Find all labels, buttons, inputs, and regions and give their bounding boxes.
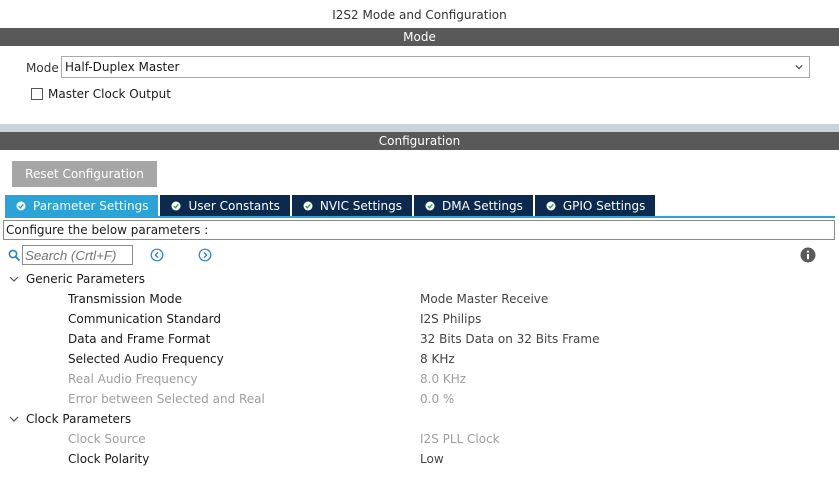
param-value[interactable]: Mode Master Receive [420,289,548,309]
mode-select-value: Half-Duplex Master [65,60,180,74]
section-divider [0,124,839,132]
group-label: Clock Parameters [26,412,132,426]
mode-select[interactable]: Half-Duplex Master [61,56,810,78]
window-title: I2S2 Mode and Configuration [332,8,507,22]
tab-user-constants[interactable]: User Constants [160,195,292,216]
param-name[interactable]: Communication Standard [68,309,221,329]
arrow-left-circle-icon[interactable] [150,248,164,262]
tab-nvic-settings[interactable]: NVIC Settings [291,195,414,216]
tab-parameter-settings[interactable]: Parameter Settings [5,195,161,216]
param-name[interactable]: Transmission Mode [68,289,182,309]
mode-label: Mode [26,60,59,75]
check-circle-icon [425,201,435,210]
group-label: Generic Parameters [26,272,146,286]
master-clock-output-row[interactable]: Master Clock Output [31,87,171,101]
arrow-right-circle-icon[interactable] [198,248,212,262]
param-name[interactable]: Clock Polarity [68,449,149,469]
param-value[interactable]: Low [420,449,444,469]
mode-section-header: Mode [0,28,839,46]
param-name: Real Audio Frequency [68,372,198,386]
caret-down-icon [9,276,19,282]
config-tabs: Parameter Settings User Constants NVIC S… [5,195,658,216]
param-value[interactable]: I2S Philips [420,309,481,329]
group-clock-parameters[interactable]: Clock Parameters [9,409,131,429]
param-value[interactable]: 8 KHz [420,349,455,369]
check-circle-icon [16,201,26,210]
tab-label: Parameter Settings [33,198,149,213]
param-value: I2S PLL Clock [420,432,500,446]
group-generic-parameters[interactable]: Generic Parameters [9,269,145,289]
master-clock-output-label: Master Clock Output [48,87,171,101]
param-name: Clock Source [68,432,146,446]
search-input[interactable] [22,245,133,265]
check-circle-icon [303,201,313,210]
param-value: 0.0 % [420,392,455,406]
param-name[interactable]: Selected Audio Frequency [68,349,224,369]
master-clock-output-checkbox[interactable] [31,88,43,100]
chevron-down-icon [795,65,803,70]
reset-configuration-button[interactable]: Reset Configuration [12,161,157,187]
info-icon[interactable] [800,247,816,263]
tab-underline [5,216,835,218]
tab-label: NVIC Settings [319,198,402,213]
tab-label: User Constants [188,198,280,213]
param-name[interactable]: Data and Frame Format [68,329,210,349]
caret-down-icon [9,416,19,422]
mode-row: Mode [26,57,63,78]
param-value[interactable]: 32 Bits Data on 32 Bits Frame [420,329,599,349]
param-value: 8.0 KHz [420,372,467,386]
configure-hint: Configure the below parameters : [3,220,835,240]
check-circle-icon [171,201,181,210]
tab-label: DMA Settings [441,198,523,213]
tab-gpio-settings[interactable]: GPIO Settings [534,195,658,216]
param-name: Error between Selected and Real [68,392,265,406]
tab-label: GPIO Settings [562,198,646,213]
configuration-section-header: Configuration [0,132,839,150]
check-circle-icon [546,201,556,210]
search-icon[interactable] [8,249,21,262]
tab-dma-settings[interactable]: DMA Settings [413,195,535,216]
